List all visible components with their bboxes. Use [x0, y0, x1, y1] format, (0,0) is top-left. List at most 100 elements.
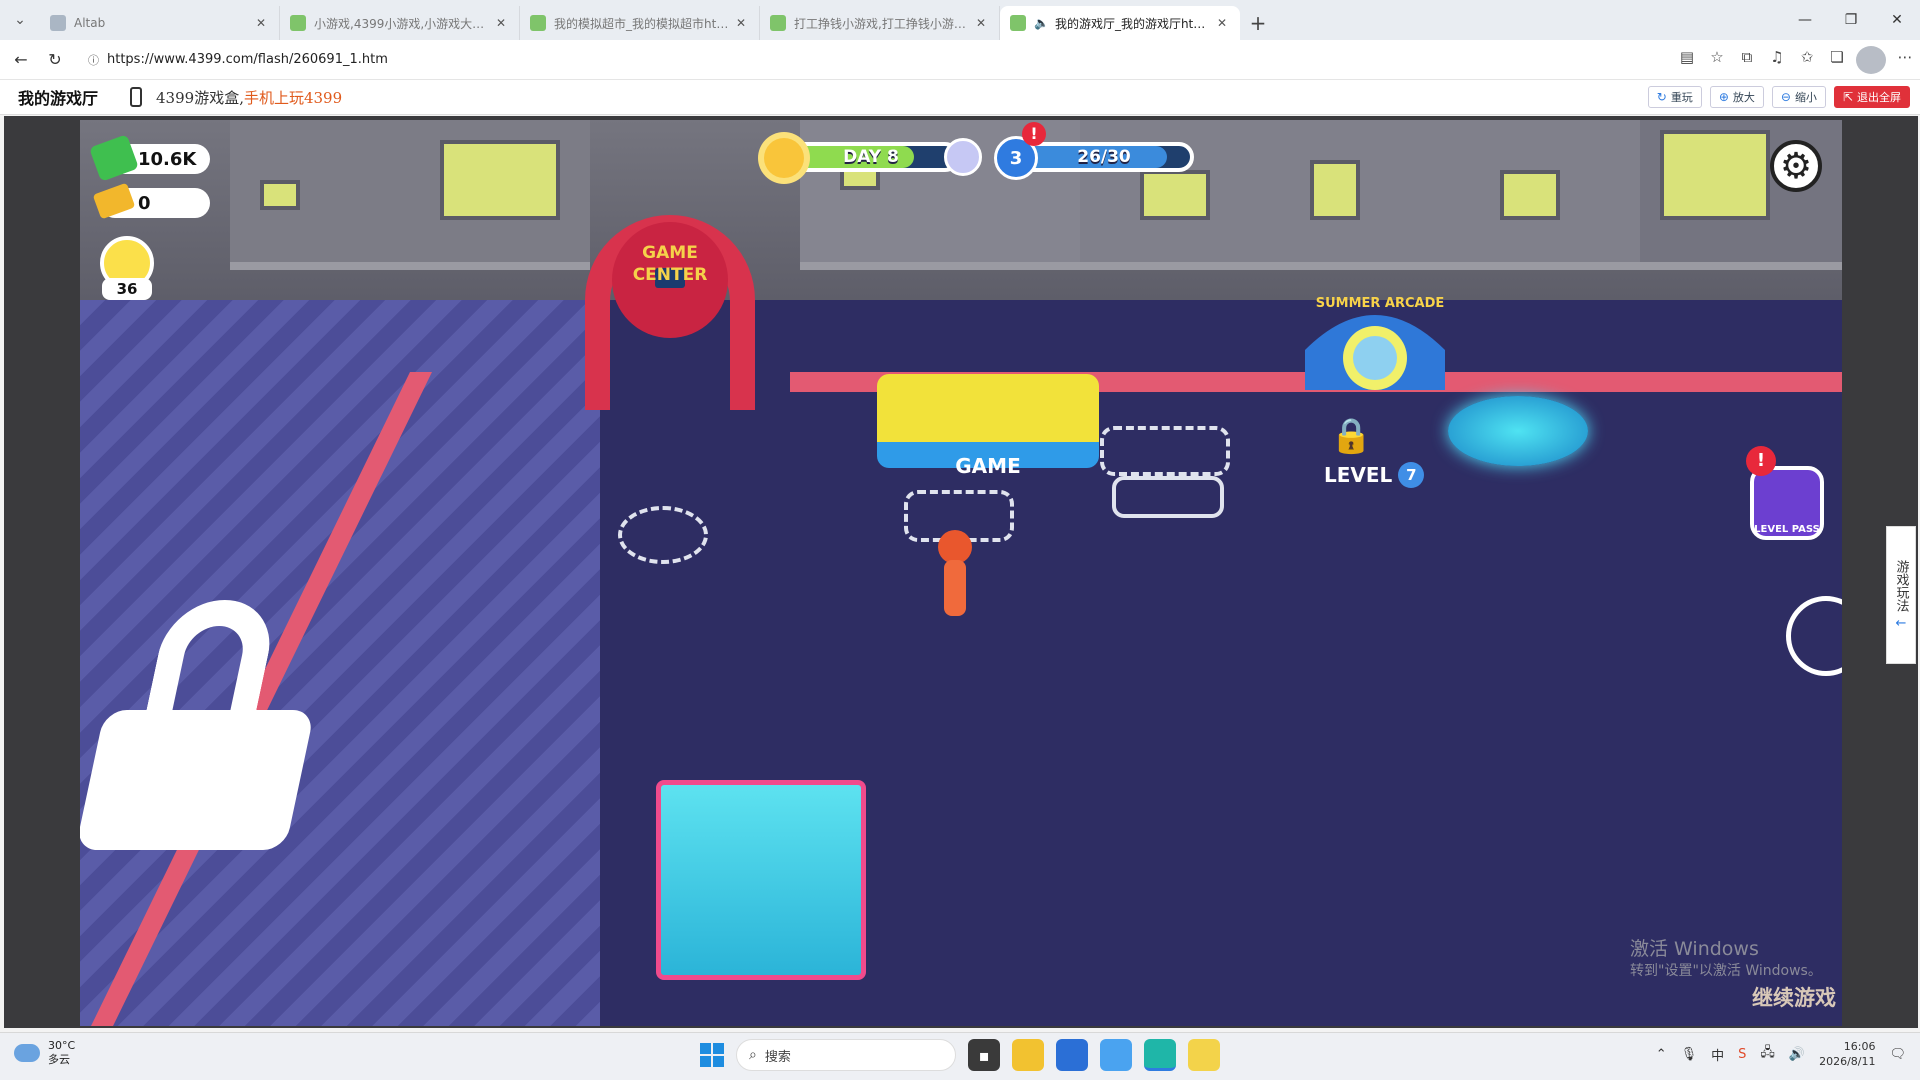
watermark-title: 激活 Windows: [1630, 938, 1759, 960]
locked-area-lock-icon: [80, 710, 315, 850]
favorite-icon[interactable]: ☆: [1702, 43, 1732, 71]
promo-link[interactable]: 手机上玩4399: [244, 89, 342, 107]
zoom-in-icon: ⊕: [1718, 90, 1729, 104]
guide-label: 游戏玩法: [1893, 559, 1909, 612]
promo-label: 4399游戏盒,: [156, 88, 244, 107]
new-tab-button[interactable]: +: [1240, 6, 1276, 40]
close-icon[interactable]: ✕: [253, 16, 269, 30]
store-icon[interactable]: [1056, 1039, 1088, 1071]
back-button[interactable]: ←: [8, 46, 34, 74]
game-canvas[interactable]: GAME CENTER GAME SUMMER ARCADE 🔒 LEVEL 7: [80, 120, 1842, 1026]
task-view-icon[interactable]: ▪: [968, 1039, 1000, 1071]
build-spot[interactable]: [618, 506, 708, 564]
zoom-out-button[interactable]: ⊖ 缩小: [1771, 86, 1826, 108]
zoom-in-label: 放大: [1732, 91, 1755, 104]
window-decor: [1660, 130, 1770, 220]
ticket-counter: 0: [92, 182, 210, 220]
tab-title: 小游戏,4399小游戏,小游戏大全,双: [314, 16, 493, 31]
taskbar-search[interactable]: ⌕ 搜索: [736, 1039, 956, 1071]
tab-altab[interactable]: Altab ✕: [40, 6, 280, 40]
continue-game-button[interactable]: 继续游戏: [1752, 982, 1836, 1012]
close-icon[interactable]: ✕: [493, 16, 509, 30]
settings-button[interactable]: ⚙: [1770, 140, 1822, 192]
refresh-icon: ↻: [1656, 90, 1667, 104]
refresh-button[interactable]: ↻: [42, 46, 68, 74]
search-icon: ⌕: [749, 1047, 757, 1063]
alert-icon: !: [1022, 122, 1046, 146]
network-icon[interactable]: 🖧: [1760, 1043, 1775, 1065]
phone-icon: [130, 87, 143, 107]
reload-game-button[interactable]: ↻ 重玩: [1647, 86, 1702, 108]
whiteboard-icon[interactable]: [1100, 1039, 1132, 1071]
minimize-icon[interactable]: —: [1782, 0, 1828, 40]
tab-title: 我的游戏厅_我的游戏厅html5: [1054, 16, 1214, 31]
volume-icon[interactable]: 🔊: [1789, 1047, 1805, 1062]
game-app-icon[interactable]: [1188, 1039, 1220, 1071]
tab-work-money[interactable]: 打工挣钱小游戏,打工挣钱小游戏大 ✕: [760, 6, 1000, 40]
file-explorer-icon[interactable]: [1012, 1039, 1044, 1071]
edge-browser-icon[interactable]: [1144, 1039, 1176, 1071]
site-info-icon[interactable]: ⓘ: [88, 52, 99, 68]
close-icon[interactable]: ✕: [1214, 16, 1230, 30]
arrow-left-icon: ←: [14, 50, 28, 69]
happiness-counter: 36: [102, 278, 152, 300]
house: [1640, 120, 1842, 270]
gear-icon: ⚙: [1779, 145, 1813, 187]
close-icon[interactable]: ✕: [733, 16, 749, 30]
extensions-icon[interactable]: ⧉: [1732, 43, 1762, 71]
tab-arcade[interactable]: 🔈 我的游戏厅_我的游戏厅html5 ✕: [1000, 6, 1240, 40]
media-icon[interactable]: ♫: [1762, 43, 1792, 71]
tab-supermarket[interactable]: 我的模拟超市_我的模拟超市html5 ✕: [520, 6, 760, 40]
day-progress-bar: DAY 8: [782, 142, 960, 172]
weather-condition: 多云: [48, 1053, 70, 1066]
tab-list-button[interactable]: ⌄: [0, 0, 40, 40]
weather-widget[interactable]: 30°C 多云: [14, 1039, 75, 1067]
url-input[interactable]: ⓘ https://www.4399.com/flash/260691_1.ht…: [78, 44, 1658, 75]
money-value: 10.6K: [138, 148, 197, 170]
page-icon: [1010, 15, 1026, 31]
sun-icon: [764, 138, 804, 178]
watermark-subtitle: 转到"设置"以激活 Windows。: [1630, 963, 1822, 979]
activation-watermark: 激活 Windows 转到"设置"以激活 Windows。: [1630, 938, 1822, 982]
close-window-icon[interactable]: ✕: [1874, 0, 1920, 40]
window-controls: — ❐ ✕: [1782, 0, 1920, 40]
page-icon: [290, 15, 306, 31]
happiness-value: 36: [116, 280, 138, 298]
game-guide-panel[interactable]: 游戏玩法 ←: [1886, 526, 1916, 664]
zoom-in-button[interactable]: ⊕ 放大: [1709, 86, 1764, 108]
tickets-value: 0: [138, 192, 151, 214]
locked-label-text: LEVEL: [1324, 463, 1393, 487]
input-method-icon[interactable]: 中: [1711, 1045, 1724, 1064]
windows-start-icon[interactable]: [700, 1043, 724, 1067]
antivirus-icon[interactable]: S: [1738, 1047, 1746, 1062]
zoom-out-label: 缩小: [1794, 91, 1817, 104]
level-progress-text: 26/30: [1077, 147, 1131, 167]
exit-fullscreen-button[interactable]: ⇱ 退出全屏: [1833, 86, 1910, 108]
clock[interactable]: 16:06 2026/8/11: [1819, 1039, 1875, 1069]
cash-pickup-spot[interactable]: [1112, 476, 1224, 518]
url-text: https://www.4399.com/flash/260691_1.htm: [107, 52, 388, 67]
favorites-list-icon[interactable]: ✩: [1792, 43, 1822, 71]
site-title: 我的游戏厅: [18, 89, 99, 108]
page-icon: [770, 15, 786, 31]
restore-icon[interactable]: ❐: [1828, 0, 1874, 40]
tab-title: 打工挣钱小游戏,打工挣钱小游戏大: [794, 16, 973, 31]
collections-icon[interactable]: ❏: [1822, 43, 1852, 71]
speaker-icon[interactable]: 🔈: [1034, 16, 1049, 30]
more-icon[interactable]: ⋯: [1890, 43, 1920, 71]
close-icon[interactable]: ✕: [973, 16, 989, 30]
site-controls: ↻ 重玩 ⊕ 放大 ⊖ 缩小 ⇱ 退出全屏: [1647, 86, 1910, 108]
microphone-icon[interactable]: 🎙: [1681, 1047, 1698, 1062]
build-spot[interactable]: [1100, 426, 1230, 476]
tab-strip: ⌄ Altab ✕ 小游戏,4399小游戏,小游戏大全,双 ✕ 我的模拟超市_我…: [0, 0, 1920, 40]
level-pass-label: LEVEL PASS: [1754, 524, 1820, 535]
arcade-machine[interactable]: [656, 780, 866, 980]
alert-icon: !: [1746, 446, 1776, 476]
altab-icon: [50, 15, 66, 31]
chevron-up-icon[interactable]: ⌃: [1656, 1047, 1667, 1062]
tab-4399[interactable]: 小游戏,4399小游戏,小游戏大全,双 ✕: [280, 6, 520, 40]
profile-avatar[interactable]: [1856, 45, 1886, 74]
notification-icon[interactable]: 🗨: [1889, 1047, 1906, 1062]
teleport-portal[interactable]: [1448, 396, 1588, 466]
reader-icon[interactable]: ▤: [1672, 43, 1702, 71]
